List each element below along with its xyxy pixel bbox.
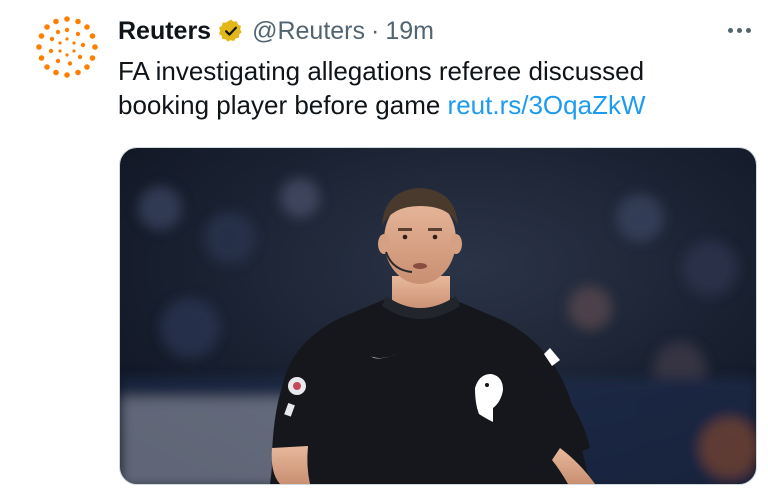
more-dot — [727, 27, 733, 33]
tweet-link[interactable]: reut.rs/3OqaZkW — [448, 90, 646, 120]
tweet-text: FA investigating allegations referee dis… — [118, 54, 738, 122]
timestamp[interactable]: 19m — [385, 17, 434, 46]
tweet-card[interactable]: Reuters @Reuters · 19m FA investigating … — [0, 0, 768, 496]
separator-dot: · — [371, 16, 380, 45]
more-dot — [745, 27, 751, 33]
tweet-header: Reuters @Reuters · 19m — [118, 14, 434, 48]
author-handle[interactable]: @Reuters — [252, 17, 365, 46]
tweet-text-line1: FA investigating allegations referee dis… — [118, 56, 645, 86]
more-options-icon[interactable] — [722, 16, 756, 44]
tweet-text-line2: booking player before game — [118, 90, 448, 120]
tweet-photo[interactable] — [119, 147, 757, 485]
author-name[interactable]: Reuters — [118, 17, 211, 46]
more-dot — [736, 27, 742, 33]
referee-photo — [120, 148, 756, 484]
verified-badge-icon[interactable] — [218, 18, 244, 44]
reuters-logo-icon[interactable] — [34, 14, 100, 80]
